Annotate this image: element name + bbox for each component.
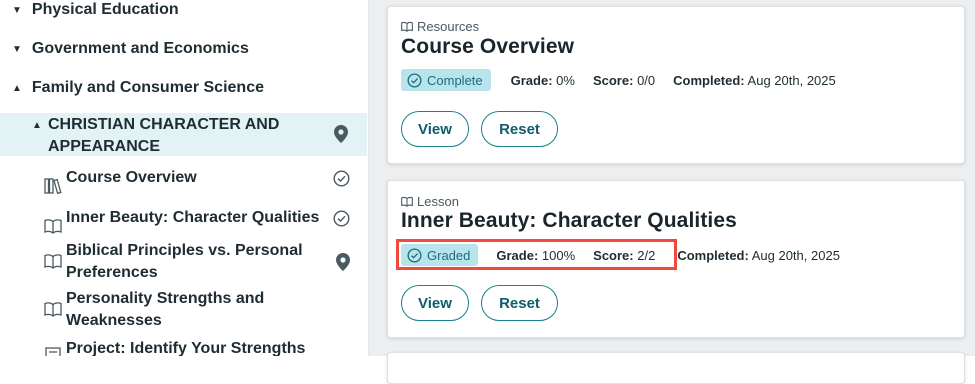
highlight-box <box>396 239 677 270</box>
main-content: Resources Course Overview Complete Grade… <box>369 0 975 384</box>
unit-christian-character[interactable]: ▲ CHRISTIAN CHARACTER AND APPEARANCE <box>0 113 367 156</box>
lesson-label: Personality Strengths and Weaknesses <box>66 290 265 329</box>
completed-value: Aug 20th, 2025 <box>747 72 836 88</box>
activity-card: Resources Course Overview Complete Grade… <box>387 6 965 164</box>
open-book-icon <box>44 219 62 234</box>
completed-value: Aug 20th, 2025 <box>751 247 840 263</box>
category-physical-education[interactable]: ▼ Physical Education <box>12 1 179 19</box>
activity-type: Resources <box>401 19 479 34</box>
category-label: Government and Economics <box>31 40 249 57</box>
score-value: 0/0 <box>637 72 656 88</box>
lesson-label: Inner Beauty: Character Qualities <box>66 209 320 226</box>
caret-down-icon: ▼ <box>12 4 22 16</box>
view-button[interactable]: View <box>401 285 469 321</box>
sidebar-item-course-overview[interactable]: Course Overview <box>44 167 364 207</box>
category-label: Family and Consumer Science <box>31 79 264 96</box>
activity-title: Inner Beauty: Character Qualities <box>401 209 737 232</box>
score-label: Score: <box>592 72 634 88</box>
books-icon <box>44 178 62 195</box>
grade-field: Grade: 0% <box>511 73 575 88</box>
category-label: Physical Education <box>31 1 179 18</box>
completed-label: Completed: <box>673 72 745 88</box>
status-badge: Complete <box>401 69 491 91</box>
course-sidebar: ▼ Physical Education ▼ Government and Ec… <box>0 0 369 356</box>
view-button[interactable]: View <box>401 111 469 147</box>
activity-title: Course Overview <box>401 35 575 58</box>
grade-value: 0% <box>556 72 575 88</box>
check-circle-icon <box>407 72 422 88</box>
activity-type-label: Lesson <box>417 194 459 209</box>
open-book-icon <box>44 254 62 269</box>
caret-up-icon: ▲ <box>12 82 22 94</box>
activity-type-label: Resources <box>417 19 480 34</box>
open-book-icon <box>401 196 413 207</box>
open-book-icon <box>44 302 62 317</box>
score-field: Score: 0/0 <box>593 73 655 88</box>
grade-label: Grade: <box>510 72 553 88</box>
activity-meta: Complete Grade: 0% Score: 0/0 Completed:… <box>401 69 854 91</box>
lesson-label: Course Overview <box>66 169 197 186</box>
caret-down-icon: ▼ <box>12 43 22 55</box>
caret-up-icon: ▲ <box>32 120 42 131</box>
sidebar-item-personality-strengths[interactable]: Personality Strengths and Weaknesses <box>44 288 364 334</box>
activity-card: Lesson Inner Beauty: Character Qualities… <box>387 180 965 338</box>
lesson-label: Project: Identify Your Strengths and <box>66 340 306 356</box>
lesson-label: Biblical Principles vs. Personal Prefere… <box>66 242 303 281</box>
location-pin-icon <box>334 125 348 143</box>
reset-button[interactable]: Reset <box>481 285 558 321</box>
check-circle-icon <box>333 210 350 227</box>
unit-title: CHRISTIAN CHARACTER AND APPEARANCE <box>48 116 280 155</box>
activity-type: Lesson <box>401 194 459 209</box>
completed-label: Completed: <box>677 247 749 263</box>
completed-field: Completed: Aug 20th, 2025 <box>673 73 836 88</box>
sidebar-item-project-identify[interactable]: Project: Identify Your Strengths and <box>44 338 364 356</box>
activity-card <box>387 352 965 384</box>
project-icon <box>45 347 61 356</box>
location-pin-icon <box>336 253 350 271</box>
category-family-consumer-science[interactable]: ▲ Family and Consumer Science <box>12 79 264 97</box>
category-government-economics[interactable]: ▼ Government and Economics <box>12 40 249 58</box>
sidebar-item-biblical-principles[interactable]: Biblical Principles vs. Personal Prefere… <box>44 240 364 286</box>
reset-button[interactable]: Reset <box>481 111 558 147</box>
completed-field: Completed: Aug 20th, 2025 <box>677 248 840 263</box>
status-badge-label: Complete <box>427 72 483 88</box>
check-circle-icon <box>333 170 350 187</box>
open-book-icon <box>401 21 413 32</box>
